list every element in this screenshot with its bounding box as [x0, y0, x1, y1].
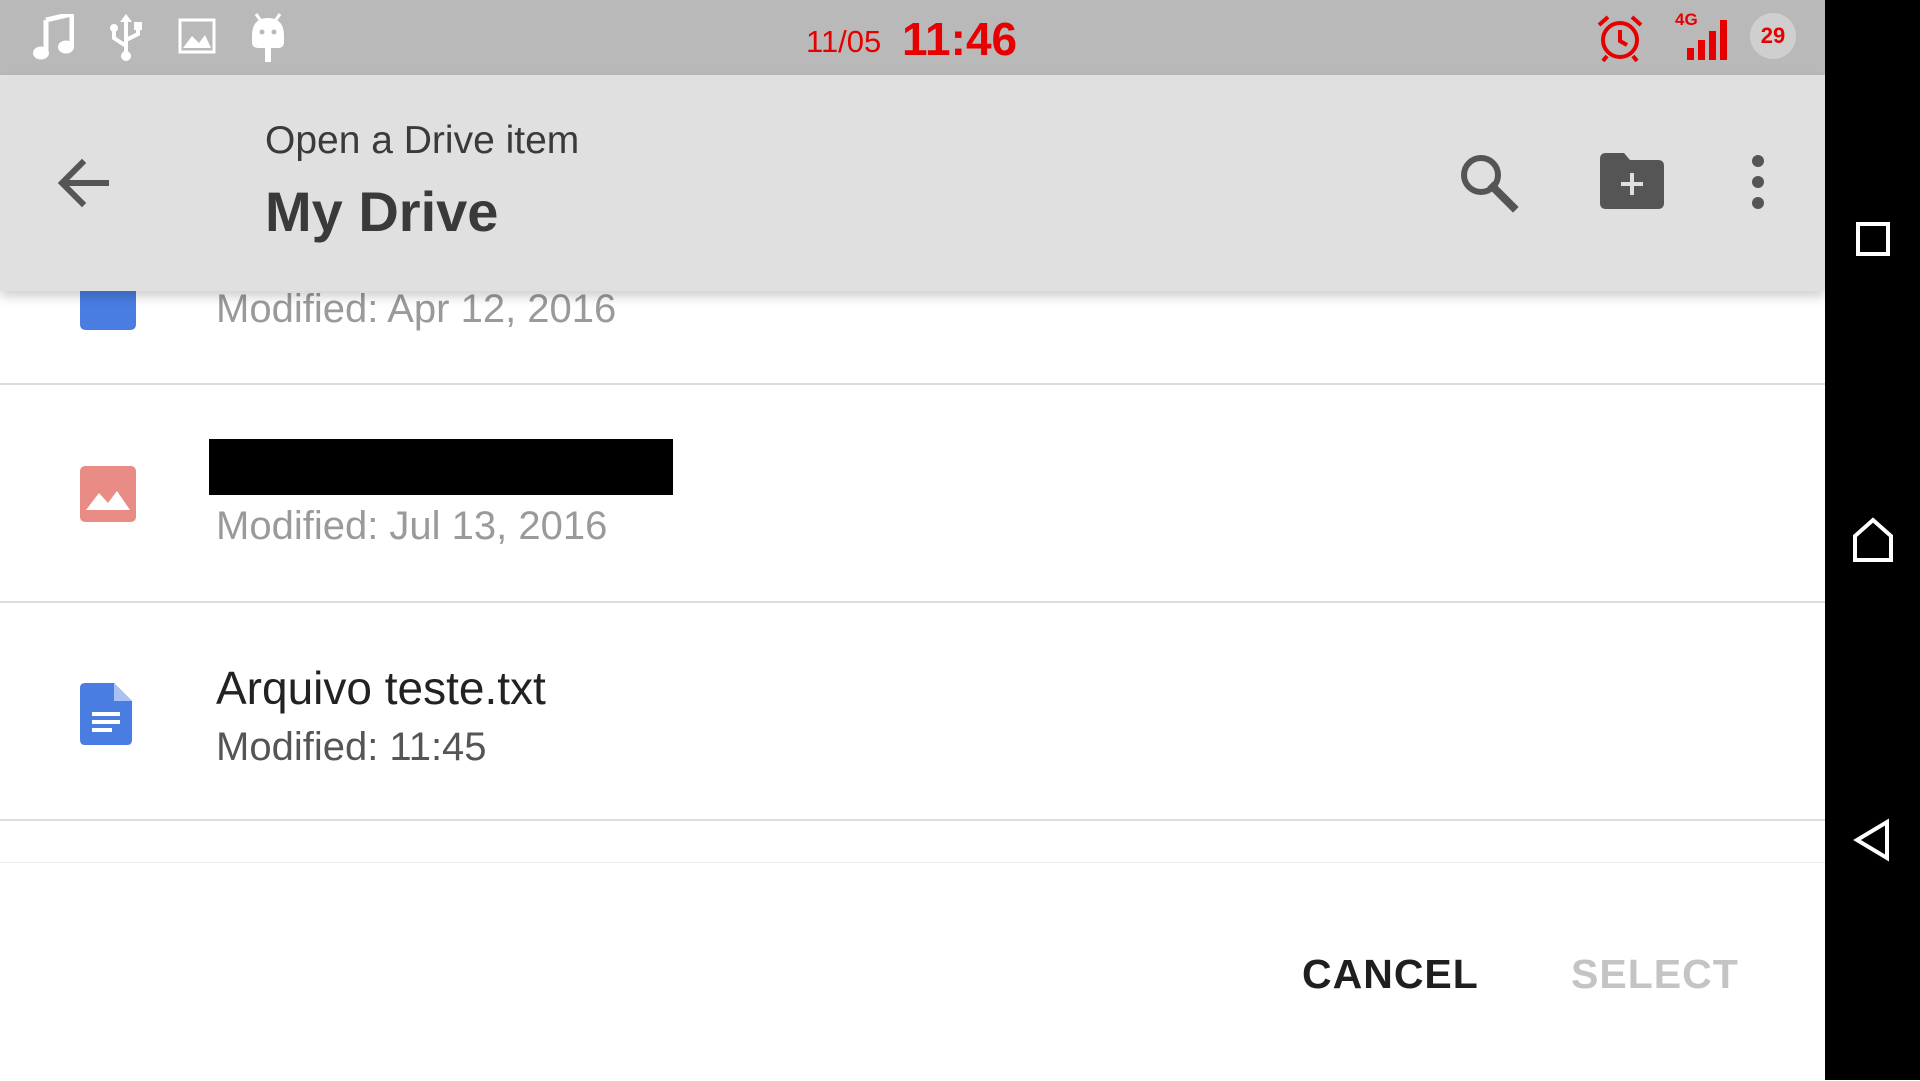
file-modified: Modified: Apr 12, 2016: [216, 287, 617, 331]
search-icon[interactable]: [1455, 149, 1521, 215]
dialog-subtitle: Open a Drive item: [265, 119, 580, 162]
status-bar: 11/05 11:46 4G 29: [0, 0, 1825, 75]
home-icon[interactable]: [1847, 514, 1899, 566]
battery-level: 29: [1760, 23, 1786, 48]
cancel-button[interactable]: CANCEL: [1302, 951, 1479, 998]
battery-icon: 29: [1750, 13, 1796, 59]
app-bar: Open a Drive item My Drive: [0, 75, 1825, 291]
redacted-file-name: [209, 439, 673, 495]
file-name: Arquivo teste.txt: [216, 662, 546, 714]
music-icon: [32, 14, 74, 60]
file-modified: Modified: 11:45: [216, 725, 487, 769]
file-row[interactable]: Modified: Jul 13, 2016: [0, 385, 1825, 603]
status-date: 11/05: [806, 24, 882, 59]
document-icon: [80, 683, 132, 749]
recents-icon[interactable]: [1847, 213, 1899, 265]
select-button[interactable]: SELECT: [1571, 951, 1739, 998]
android-icon: [250, 12, 286, 62]
more-vert-icon[interactable]: [1735, 149, 1781, 215]
signal-icon: [1687, 14, 1735, 60]
navigation-bar: [1825, 0, 1920, 1080]
image-icon: [178, 18, 216, 54]
file-modified: Modified: Jul 13, 2016: [216, 504, 608, 548]
usb-icon: [108, 14, 144, 62]
dialog-button-bar: CANCEL SELECT: [0, 862, 1825, 1081]
back-arrow-icon[interactable]: [52, 151, 116, 215]
page-title: My Drive: [265, 180, 499, 243]
file-row[interactable]: Arquivo teste.txt Modified: 11:45: [0, 603, 1825, 821]
back-triangle-icon[interactable]: [1847, 814, 1899, 866]
new-folder-icon[interactable]: [1600, 149, 1664, 215]
alarm-icon: [1596, 14, 1644, 62]
status-time: 11:46: [902, 13, 1018, 65]
image-file-icon: [80, 466, 136, 526]
